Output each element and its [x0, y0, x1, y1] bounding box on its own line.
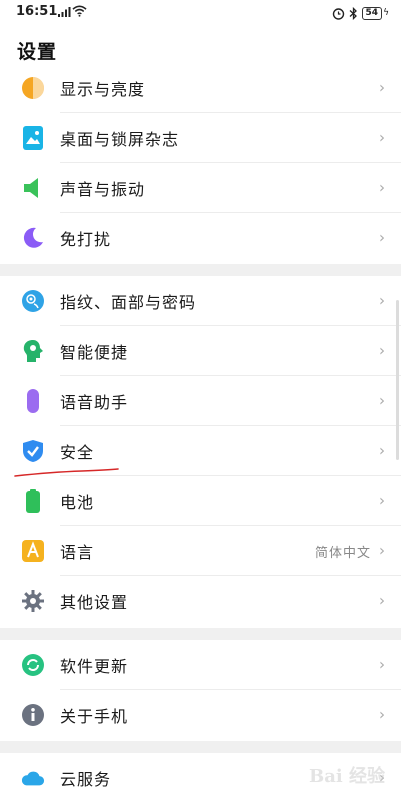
chevron-right-icon: ›	[379, 491, 385, 510]
chevron-right-icon: ›	[379, 128, 385, 147]
smart-head-icon	[21, 339, 45, 363]
settings-item-language[interactable]: 语言 简体中文 ›	[0, 526, 401, 576]
group-divider	[0, 628, 401, 640]
settings-item-other[interactable]: 其他设置 ›	[0, 576, 401, 626]
status-time: 16:51	[16, 4, 58, 19]
settings-item-label: 软件更新	[60, 657, 129, 676]
settings-item-label: 语言	[60, 543, 95, 562]
settings-item-label: 显示与亮度	[60, 80, 146, 99]
settings-item-do-not-disturb[interactable]: 免打扰 ›	[0, 213, 401, 263]
language-icon	[21, 539, 45, 563]
chevron-right-icon: ›	[379, 705, 385, 724]
settings-item-fingerprint[interactable]: 指纹、面部与密码 ›	[0, 276, 401, 326]
signal-icon	[58, 7, 71, 17]
status-bar: 16:51 54 ϟ	[0, 0, 401, 26]
settings-item-battery[interactable]: 电池 ›	[0, 476, 401, 526]
chevron-right-icon: ›	[379, 78, 385, 97]
settings-item-label: 声音与振动	[60, 180, 146, 199]
moon-icon	[21, 226, 45, 250]
alarm-icon	[332, 7, 344, 20]
settings-item-label: 其他设置	[60, 593, 129, 612]
battery-indicator: 54 ϟ	[361, 6, 389, 20]
settings-item-label: 云服务	[60, 770, 112, 789]
settings-item-display-brightness[interactable]: 显示与亮度 ›	[0, 63, 401, 113]
shield-icon	[21, 439, 45, 463]
chevron-right-icon: ›	[379, 291, 385, 310]
chevron-right-icon: ›	[379, 441, 385, 460]
settings-group-about: 软件更新 › 关于手机 ›	[0, 640, 401, 740]
display-brightness-icon	[21, 76, 45, 100]
chevron-right-icon: ›	[379, 228, 385, 247]
settings-item-label: 指纹、面部与密码	[60, 293, 197, 312]
settings-item-wallpaper[interactable]: 桌面与锁屏杂志 ›	[0, 113, 401, 163]
group-divider	[0, 741, 401, 753]
chevron-right-icon: ›	[379, 341, 385, 360]
fingerprint-icon	[21, 289, 45, 313]
settings-item-software-update[interactable]: 软件更新 ›	[0, 640, 401, 690]
bluetooth-icon	[349, 6, 357, 20]
chevron-right-icon: ›	[379, 391, 385, 410]
settings-item-label: 关于手机	[60, 707, 129, 726]
scrollbar[interactable]	[396, 300, 399, 460]
settings-group-system: 指纹、面部与密码 › 智能便捷 › 语音助手 › 安全 › 电池 › 语言 简体…	[0, 276, 401, 626]
battery-level: 54	[361, 6, 383, 20]
update-icon	[21, 653, 45, 677]
info-icon	[21, 703, 45, 727]
settings-item-label: 安全	[60, 443, 95, 462]
group-divider	[0, 264, 401, 276]
settings-item-label: 桌面与锁屏杂志	[60, 130, 180, 149]
microphone-icon	[21, 389, 45, 413]
settings-item-label: 免打扰	[60, 230, 112, 249]
chevron-right-icon: ›	[379, 655, 385, 674]
settings-item-label: 电池	[60, 493, 95, 512]
settings-item-smart[interactable]: 智能便捷 ›	[0, 326, 401, 376]
language-value: 简体中文	[314, 545, 371, 561]
wifi-icon	[72, 5, 87, 17]
settings-group-display: 显示与亮度 › 桌面与锁屏杂志 › 声音与振动 › 免打扰 ›	[0, 63, 401, 263]
watermark-text: Bai 经验	[309, 766, 385, 787]
chevron-right-icon: ›	[379, 541, 385, 560]
settings-item-sound[interactable]: 声音与振动 ›	[0, 163, 401, 213]
battery-icon	[21, 489, 45, 513]
watermark: Bai 经验	[309, 762, 385, 788]
settings-item-label: 语音助手	[60, 393, 129, 412]
chevron-right-icon: ›	[379, 591, 385, 610]
settings-item-label: 智能便捷	[60, 343, 129, 362]
wallpaper-icon	[21, 126, 45, 150]
annotation-underline	[14, 468, 119, 477]
speaker-icon	[21, 176, 45, 200]
settings-item-voice-assistant[interactable]: 语音助手 ›	[0, 376, 401, 426]
cloud-icon	[21, 766, 45, 790]
status-right-icons: 54 ϟ	[332, 5, 389, 21]
charging-icon: ϟ	[383, 8, 389, 18]
settings-item-about-phone[interactable]: 关于手机 ›	[0, 690, 401, 740]
chevron-right-icon: ›	[379, 178, 385, 197]
page-title: 设置	[17, 41, 58, 63]
gear-icon	[21, 589, 45, 613]
